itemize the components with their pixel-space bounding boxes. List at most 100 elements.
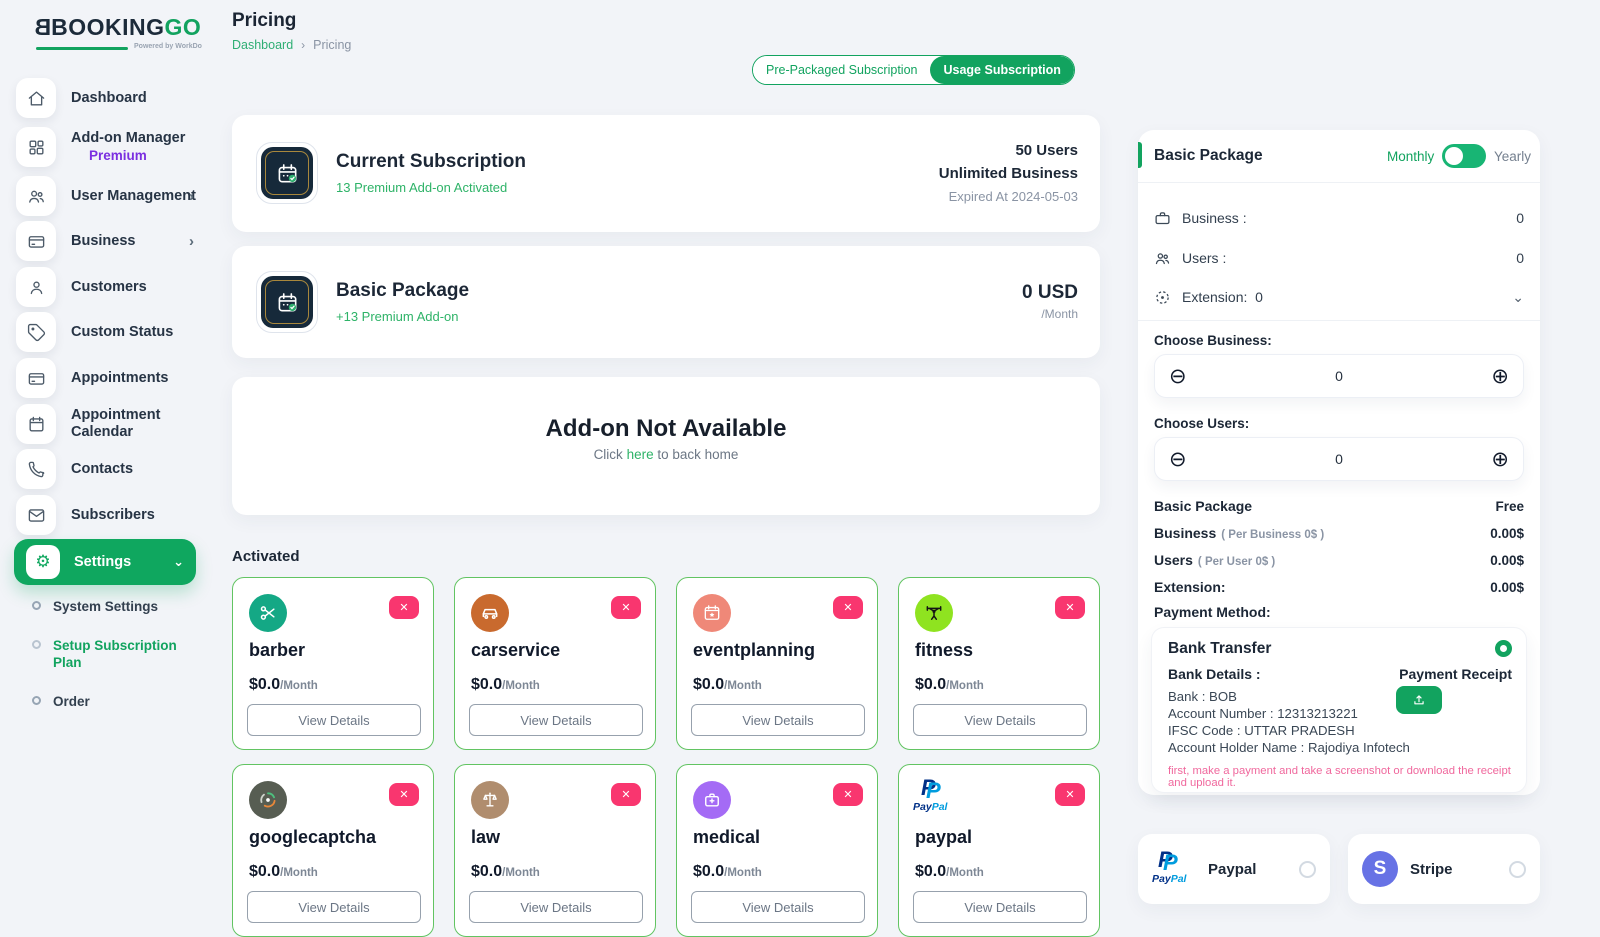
googlecaptcha-icon xyxy=(249,781,287,819)
chevron-right-icon: › xyxy=(189,188,194,205)
sidebar-item-dashboard[interactable]: Dashboard xyxy=(16,78,212,118)
sidebar-item-label: Dashboard xyxy=(71,90,147,107)
addon-card-paypal: P P PayPal ✕ paypal $0.0/Month View Deta… xyxy=(898,764,1100,937)
addon-name: paypal xyxy=(915,827,972,848)
addon-not-available-title: Add-on Not Available xyxy=(232,415,1100,443)
addon-price: $0.0 xyxy=(471,676,502,693)
stripe-radio[interactable] xyxy=(1509,861,1526,878)
sidebar-subitem-order[interactable]: Order xyxy=(32,693,202,710)
sidebar-subitem-label: Setup Subscription Plan xyxy=(53,637,202,671)
chevron-down-icon[interactable]: ⌄ xyxy=(1512,289,1524,306)
sidebar-item-custom-status[interactable]: Custom Status xyxy=(16,312,212,352)
paypal-gateway-card[interactable]: P P PayPal Paypal xyxy=(1138,834,1330,904)
bank-transfer-radio[interactable] xyxy=(1495,640,1512,657)
back-home-link[interactable]: here xyxy=(627,447,654,462)
carservice-icon xyxy=(471,594,509,632)
close-icon[interactable]: ✕ xyxy=(1055,783,1085,806)
view-details-button[interactable]: View Details xyxy=(913,704,1087,736)
addon-card-fitness: ✕ fitness $0.0/Month View Details xyxy=(898,577,1100,750)
addon-period: /Month xyxy=(724,680,762,692)
sidebar-item-label: Business xyxy=(71,233,135,250)
summary-note: ( Per Business 0$ ) xyxy=(1221,529,1324,541)
sidebar-subitem-setup-subscription-plan[interactable]: Setup Subscription Plan xyxy=(32,637,202,671)
addon-not-available-subtitle: Click here to back home xyxy=(232,447,1100,462)
sidebar-item-settings[interactable]: ⚙ Settings ⌄ xyxy=(14,539,196,585)
counter-label: Extension: xyxy=(1182,289,1247,305)
sidebar-item-appointment-calendar[interactable]: Appointment Calendar xyxy=(16,404,212,444)
summary-row-extension: Extension: 0.00$ xyxy=(1154,579,1524,601)
plus-icon[interactable]: ⊕ xyxy=(1491,449,1509,470)
close-icon[interactable]: ✕ xyxy=(389,596,419,619)
sidebar-item-appointments[interactable]: Appointments xyxy=(16,358,212,398)
view-details-button[interactable]: View Details xyxy=(913,891,1087,923)
plus-icon[interactable]: ⊕ xyxy=(1491,366,1509,387)
view-details-button[interactable]: View Details xyxy=(469,704,643,736)
click-text: Click xyxy=(594,447,623,462)
summary-row-business: Business ( Per Business 0$ ) 0.00$ xyxy=(1154,525,1524,547)
addon-not-available-card: Add-on Not Available Click here to back … xyxy=(232,377,1100,515)
price-period: /Month xyxy=(1022,307,1078,321)
addon-price: $0.0 xyxy=(249,676,280,693)
addon-price: $0.0 xyxy=(249,863,280,880)
view-details-button[interactable]: View Details xyxy=(691,704,865,736)
fitness-icon xyxy=(915,594,953,632)
tag-icon xyxy=(16,312,56,352)
minus-icon[interactable]: ⊖ xyxy=(1169,449,1187,470)
view-details-button[interactable]: View Details xyxy=(247,891,421,923)
sidebar-subitem-system-settings[interactable]: System Settings xyxy=(32,598,202,615)
sidebar-item-label: Custom Status xyxy=(71,324,173,341)
subscription-calendar-icon xyxy=(256,142,318,204)
close-icon[interactable]: ✕ xyxy=(833,783,863,806)
paypal-radio[interactable] xyxy=(1299,861,1316,878)
sidebar-item-customers[interactable]: Customers xyxy=(16,267,212,307)
brand-logo-b: B xyxy=(34,14,51,41)
tab-usage-subscription[interactable]: Usage Subscription xyxy=(930,56,1073,84)
basic-package-card: Basic Package +13 Premium Add-on 0 USD /… xyxy=(232,246,1100,358)
addon-card-carservice: ✕ carservice $0.0/Month View Details xyxy=(454,577,656,750)
phone-icon xyxy=(16,449,56,489)
addon-period: /Month xyxy=(280,867,318,879)
summary-value: 0.00$ xyxy=(1490,526,1524,541)
bullet-icon xyxy=(32,601,41,610)
view-details-button[interactable]: View Details xyxy=(691,891,865,923)
stripe-gateway-card[interactable]: S Stripe xyxy=(1348,834,1540,904)
account-holder-name: Account Holder Name : Rajodiya Infotech xyxy=(1168,739,1410,756)
choose-users-label: Choose Users: xyxy=(1154,416,1249,431)
close-icon[interactable]: ✕ xyxy=(611,596,641,619)
brand-logo[interactable]: BBOOKINGGO xyxy=(34,14,201,41)
ifsc-code: IFSC Code : UTTAR PRADESH xyxy=(1168,722,1410,739)
close-icon[interactable]: ✕ xyxy=(611,783,641,806)
sidebar-item-contacts[interactable]: Contacts xyxy=(16,449,212,489)
expired-at: Expired At 2024-05-03 xyxy=(939,185,1078,208)
sidebar-item-label: User Management xyxy=(71,188,196,205)
sidebar-item-user-management[interactable]: User Management › xyxy=(16,176,212,216)
sidebar-item-label: Appointments xyxy=(71,370,168,387)
upload-receipt-button[interactable] xyxy=(1396,686,1442,714)
bank-details-label: Bank Details : xyxy=(1168,666,1261,682)
activated-heading: Activated xyxy=(232,548,300,565)
addon-period: /Month xyxy=(724,867,762,879)
extension-icon xyxy=(1154,289,1172,306)
close-icon[interactable]: ✕ xyxy=(833,596,863,619)
sidebar-item-addon-manager[interactable]: Add-on ManagerPremium xyxy=(16,127,212,167)
close-icon[interactable]: ✕ xyxy=(389,783,419,806)
view-details-button[interactable]: View Details xyxy=(469,891,643,923)
sidebar-item-label: Customers xyxy=(71,279,147,296)
breadcrumb-dashboard-link[interactable]: Dashboard xyxy=(232,38,293,52)
sidebar-item-subscribers[interactable]: Subscribers xyxy=(16,495,212,535)
summary-label: Basic Package xyxy=(1154,498,1252,514)
gateway-name: Stripe xyxy=(1410,861,1453,878)
minus-icon[interactable]: ⊖ xyxy=(1169,366,1187,387)
addon-period: /Month xyxy=(502,867,540,879)
summary-value: Free xyxy=(1495,499,1524,514)
sidebar-item-business[interactable]: Business › xyxy=(16,221,212,261)
view-details-button[interactable]: View Details xyxy=(247,704,421,736)
sidebar-item-label: Appointment Calendar xyxy=(71,407,212,441)
close-icon[interactable]: ✕ xyxy=(1055,596,1085,619)
chevron-right-icon: › xyxy=(189,233,194,250)
bank-transfer-card[interactable]: Bank Transfer Bank Details : Payment Rec… xyxy=(1152,628,1526,792)
counter-row-business: Business : 0 xyxy=(1154,206,1524,230)
tab-pre-packaged-subscription[interactable]: Pre-Packaged Subscription xyxy=(753,56,930,84)
divider xyxy=(1138,182,1540,183)
billing-period-toggle[interactable] xyxy=(1442,144,1486,168)
